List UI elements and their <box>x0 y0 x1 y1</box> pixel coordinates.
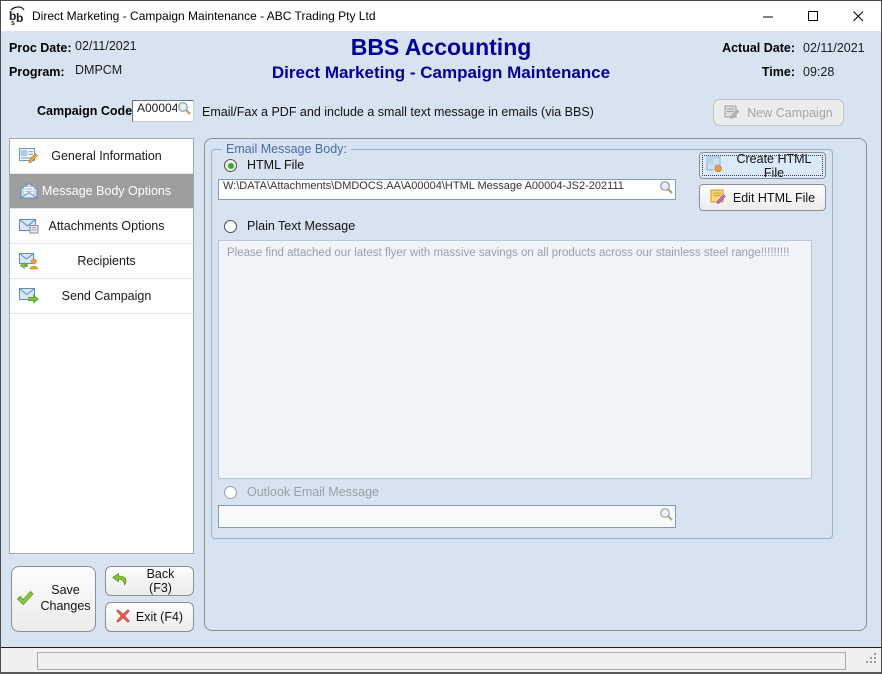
group-title: Email Message Body: <box>222 142 351 156</box>
plain-text-message-box[interactable]: Please find attached our latest flyer wi… <box>218 240 812 479</box>
save-changes-label: Save Changes <box>40 583 90 614</box>
sidebar-item-general-information[interactable]: General Information <box>10 139 193 174</box>
time-value: 09:28 <box>803 65 871 79</box>
sidebar-item-recipients[interactable]: Recipients <box>10 244 193 279</box>
close-icon[interactable] <box>836 1 881 31</box>
envelope-send-icon <box>19 287 39 309</box>
edit-html-file-label: Edit HTML File <box>733 191 815 205</box>
envelope-attachment-icon <box>19 217 39 239</box>
maximize-icon[interactable] <box>791 1 836 31</box>
plain-text-radio-label: Plain Text Message <box>247 219 355 233</box>
html-file-path-field[interactable]: W:\DATA\Attachments\DMDOCS.AA\A00004\HTM… <box>218 179 676 200</box>
email-message-body-group: Email Message Body: HTML File W:\DATA\At… <box>211 149 833 539</box>
html-file-path-value: W:\DATA\Attachments\DMDOCS.AA\A00004\HTM… <box>219 180 659 199</box>
new-campaign-button[interactable]: New Campaign <box>713 99 844 126</box>
form-edit-icon <box>19 147 39 169</box>
minimize-icon[interactable] <box>746 1 791 31</box>
actual-date-value: 02/11/2021 <box>803 41 871 55</box>
back-button[interactable]: Back (F3) <box>105 566 194 596</box>
search-icon[interactable] <box>177 101 192 121</box>
screen-title: Direct Marketing - Campaign Maintenance <box>1 63 881 83</box>
exit-button[interactable]: Exit (F4) <box>105 602 194 632</box>
html-file-radio-label: HTML File <box>247 158 304 172</box>
main-panel: Email Message Body: HTML File W:\DATA\At… <box>204 138 867 631</box>
red-x-icon <box>116 609 130 626</box>
campaign-code-label: Campaign Code: <box>37 104 136 118</box>
search-icon[interactable] <box>659 180 674 200</box>
header: Proc Date:02/11/2021 Program:DMPCM BBS A… <box>1 31 881 93</box>
html-file-radio[interactable] <box>224 159 237 172</box>
app-window: b b s Direct Marketing - Campaign Mainte… <box>0 0 882 674</box>
edit-html-file-button[interactable]: Edit HTML File <box>699 184 826 211</box>
outlook-radio-label: Outlook Email Message <box>247 485 379 499</box>
new-campaign-label: New Campaign <box>747 106 832 120</box>
sidebar: General Information Message Body Options… <box>9 138 194 554</box>
status-message-box <box>37 652 846 670</box>
save-changes-button[interactable]: Save Changes <box>11 566 96 632</box>
sidebar-item-message-body-options[interactable]: Message Body Options <box>10 174 193 209</box>
outlook-message-value <box>219 506 659 527</box>
campaign-description: Email/Fax a PDF and include a small text… <box>202 105 594 119</box>
campaign-code-field[interactable]: A00004 <box>132 100 194 122</box>
sidebar-item-send-campaign[interactable]: Send Campaign <box>10 279 193 314</box>
back-label: Back (F3) <box>134 567 187 595</box>
campaign-code-value: A00004 <box>133 101 177 121</box>
new-file-icon <box>706 156 723 175</box>
create-html-file-button[interactable]: Create HTML File <box>699 152 826 179</box>
status-bar <box>1 647 881 673</box>
envelope-person-icon <box>19 252 39 275</box>
plain-text-radio[interactable] <box>224 220 237 233</box>
back-arrow-icon <box>112 573 128 590</box>
exit-label: Exit (F4) <box>136 610 183 624</box>
actual-date-label: Actual Date: <box>722 41 795 55</box>
search-icon[interactable] <box>659 507 674 527</box>
time-label: Time: <box>762 65 795 79</box>
svg-text:s: s <box>11 20 15 26</box>
sidebar-item-attachments-options[interactable]: Attachments Options <box>10 209 193 244</box>
create-html-file-label: Create HTML File <box>729 152 819 180</box>
window-controls <box>746 1 881 31</box>
outlook-message-field[interactable] <box>218 505 676 528</box>
check-icon <box>16 590 34 609</box>
open-envelope-icon <box>19 182 39 205</box>
outlook-radio[interactable] <box>224 486 237 499</box>
svg-text:b: b <box>16 11 23 25</box>
new-campaign-icon <box>724 104 741 122</box>
window-title: Direct Marketing - Campaign Maintenance … <box>32 1 376 31</box>
edit-file-icon <box>710 188 727 207</box>
title-bar: b b s Direct Marketing - Campaign Mainte… <box>1 1 881 31</box>
resize-grip[interactable] <box>864 651 878 670</box>
app-logo-icon: b b s <box>8 6 28 26</box>
